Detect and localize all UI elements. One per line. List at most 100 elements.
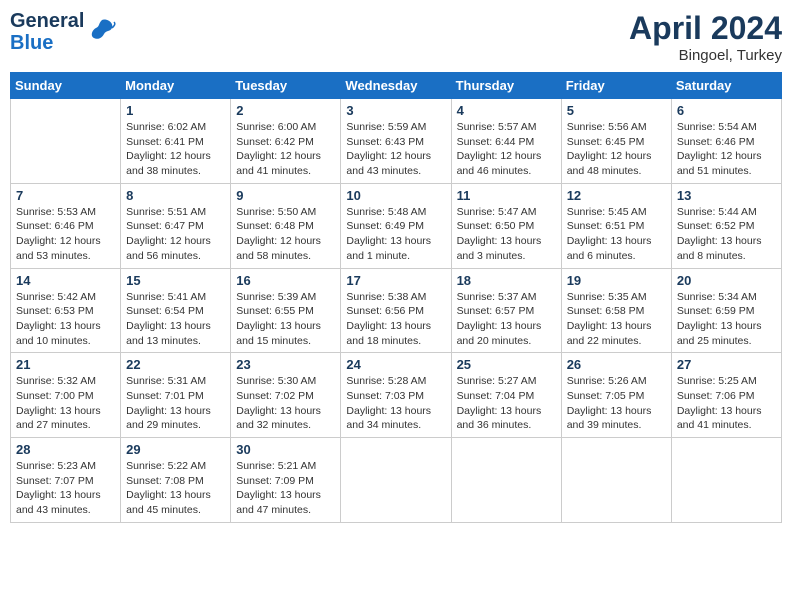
calendar-cell: 14 Sunrise: 5:42 AM Sunset: 6:53 PM Dayli… xyxy=(11,268,121,353)
day-number: 14 xyxy=(16,273,115,288)
calendar-cell: 6 Sunrise: 5:54 AM Sunset: 6:46 PM Daylig… xyxy=(671,99,781,184)
day-info: Sunrise: 5:22 AM Sunset: 7:08 PM Dayligh… xyxy=(126,459,225,518)
day-info: Sunrise: 5:25 AM Sunset: 7:06 PM Dayligh… xyxy=(677,374,776,433)
day-info: Sunrise: 5:23 AM Sunset: 7:07 PM Dayligh… xyxy=(16,459,115,518)
day-info: Sunrise: 5:32 AM Sunset: 7:00 PM Dayligh… xyxy=(16,374,115,433)
day-info: Sunrise: 5:42 AM Sunset: 6:53 PM Dayligh… xyxy=(16,290,115,349)
day-info: Sunrise: 5:21 AM Sunset: 7:09 PM Dayligh… xyxy=(236,459,335,518)
day-number: 2 xyxy=(236,103,335,118)
calendar-cell xyxy=(11,99,121,184)
calendar-body: 1 Sunrise: 6:02 AM Sunset: 6:41 PM Daylig… xyxy=(11,99,782,523)
calendar-cell: 29 Sunrise: 5:22 AM Sunset: 7:08 PM Dayli… xyxy=(121,438,231,523)
logo: General Blue xyxy=(10,10,116,54)
day-number: 16 xyxy=(236,273,335,288)
day-number: 15 xyxy=(126,273,225,288)
location-subtitle: Bingoel, Turkey xyxy=(629,47,782,64)
day-number: 22 xyxy=(126,357,225,372)
calendar-cell: 15Sunrise: 5:41 AM Sunset: 6:54 PM Dayli… xyxy=(121,268,231,353)
calendar-header: SundayMondayTuesdayWednesdayThursdayFrid… xyxy=(11,73,782,99)
calendar-cell: 13Sunrise: 5:44 AM Sunset: 6:52 PM Dayli… xyxy=(671,183,781,268)
day-info: Sunrise: 5:51 AM Sunset: 6:47 PM Dayligh… xyxy=(126,205,225,264)
weekday-tuesday: Tuesday xyxy=(231,73,341,99)
calendar-cell xyxy=(671,438,781,523)
day-info: Sunrise: 5:26 AM Sunset: 7:05 PM Dayligh… xyxy=(567,374,666,433)
day-info: Sunrise: 5:54 AM Sunset: 6:46 PM Dayligh… xyxy=(677,120,776,179)
day-number: 25 xyxy=(457,357,556,372)
day-number: 3 xyxy=(346,103,445,118)
calendar-cell xyxy=(561,438,671,523)
day-info: Sunrise: 5:30 AM Sunset: 7:02 PM Dayligh… xyxy=(236,374,335,433)
weekday-header-row: SundayMondayTuesdayWednesdayThursdayFrid… xyxy=(11,73,782,99)
weekday-thursday: Thursday xyxy=(451,73,561,99)
calendar-cell: 27 Sunrise: 5:25 AM Sunset: 7:06 PM Dayli… xyxy=(671,353,781,438)
page-header: General Blue April 2024 Bingoel, Turkey xyxy=(10,10,782,64)
calendar-cell: 26Sunrise: 5:26 AM Sunset: 7:05 PM Dayli… xyxy=(561,353,671,438)
calendar-cell: 28 Sunrise: 5:23 AM Sunset: 7:07 PM Dayli… xyxy=(11,438,121,523)
day-info: Sunrise: 6:02 AM Sunset: 6:41 PM Dayligh… xyxy=(126,120,225,179)
day-info: Sunrise: 5:38 AM Sunset: 6:56 PM Dayligh… xyxy=(346,290,445,349)
day-number: 28 xyxy=(16,442,115,457)
calendar-cell: 30 Sunrise: 5:21 AM Sunset: 7:09 PM Dayli… xyxy=(231,438,341,523)
day-number: 4 xyxy=(457,103,556,118)
calendar-cell: 21 Sunrise: 5:32 AM Sunset: 7:00 PM Dayli… xyxy=(11,353,121,438)
calendar-week-4: 21 Sunrise: 5:32 AM Sunset: 7:00 PM Dayli… xyxy=(11,353,782,438)
day-number: 12 xyxy=(567,188,666,203)
calendar-cell: 9Sunrise: 5:50 AM Sunset: 6:48 PM Daylig… xyxy=(231,183,341,268)
calendar-cell: 24 Sunrise: 5:28 AM Sunset: 7:03 PM Dayli… xyxy=(341,353,451,438)
day-info: Sunrise: 5:37 AM Sunset: 6:57 PM Dayligh… xyxy=(457,290,556,349)
calendar-cell: 17 Sunrise: 5:38 AM Sunset: 6:56 PM Dayli… xyxy=(341,268,451,353)
calendar-cell: 25Sunrise: 5:27 AM Sunset: 7:04 PM Dayli… xyxy=(451,353,561,438)
day-number: 24 xyxy=(346,357,445,372)
day-number: 19 xyxy=(567,273,666,288)
calendar-cell: 4Sunrise: 5:57 AM Sunset: 6:44 PM Daylig… xyxy=(451,99,561,184)
day-info: Sunrise: 5:31 AM Sunset: 7:01 PM Dayligh… xyxy=(126,374,225,433)
weekday-saturday: Saturday xyxy=(671,73,781,99)
day-number: 10 xyxy=(346,188,445,203)
calendar-week-2: 7Sunrise: 5:53 AM Sunset: 6:46 PM Daylig… xyxy=(11,183,782,268)
day-number: 30 xyxy=(236,442,335,457)
calendar-cell: 16 Sunrise: 5:39 AM Sunset: 6:55 PM Dayli… xyxy=(231,268,341,353)
day-number: 11 xyxy=(457,188,556,203)
day-info: Sunrise: 5:56 AM Sunset: 6:45 PM Dayligh… xyxy=(567,120,666,179)
calendar-cell: 1 Sunrise: 6:02 AM Sunset: 6:41 PM Daylig… xyxy=(121,99,231,184)
day-info: Sunrise: 5:47 AM Sunset: 6:50 PM Dayligh… xyxy=(457,205,556,264)
weekday-monday: Monday xyxy=(121,73,231,99)
calendar-cell: 11 Sunrise: 5:47 AM Sunset: 6:50 PM Dayli… xyxy=(451,183,561,268)
logo-bird-icon xyxy=(88,16,116,49)
day-info: Sunrise: 5:59 AM Sunset: 6:43 PM Dayligh… xyxy=(346,120,445,179)
day-number: 29 xyxy=(126,442,225,457)
day-number: 20 xyxy=(677,273,776,288)
calendar-week-3: 14 Sunrise: 5:42 AM Sunset: 6:53 PM Dayli… xyxy=(11,268,782,353)
day-info: Sunrise: 5:48 AM Sunset: 6:49 PM Dayligh… xyxy=(346,205,445,264)
day-info: Sunrise: 5:28 AM Sunset: 7:03 PM Dayligh… xyxy=(346,374,445,433)
day-number: 8 xyxy=(126,188,225,203)
calendar-week-1: 1 Sunrise: 6:02 AM Sunset: 6:41 PM Daylig… xyxy=(11,99,782,184)
calendar-cell: 8 Sunrise: 5:51 AM Sunset: 6:47 PM Daylig… xyxy=(121,183,231,268)
calendar-cell xyxy=(451,438,561,523)
calendar-table: SundayMondayTuesdayWednesdayThursdayFrid… xyxy=(10,72,782,523)
day-number: 6 xyxy=(677,103,776,118)
weekday-wednesday: Wednesday xyxy=(341,73,451,99)
calendar-cell xyxy=(341,438,451,523)
day-number: 5 xyxy=(567,103,666,118)
calendar-cell: 10 Sunrise: 5:48 AM Sunset: 6:49 PM Dayli… xyxy=(341,183,451,268)
calendar-cell: 19Sunrise: 5:35 AM Sunset: 6:58 PM Dayli… xyxy=(561,268,671,353)
calendar-cell: 2Sunrise: 6:00 AM Sunset: 6:42 PM Daylig… xyxy=(231,99,341,184)
calendar-cell: 18Sunrise: 5:37 AM Sunset: 6:57 PM Dayli… xyxy=(451,268,561,353)
day-number: 27 xyxy=(677,357,776,372)
day-number: 17 xyxy=(346,273,445,288)
day-number: 7 xyxy=(16,188,115,203)
calendar-cell: 3 Sunrise: 5:59 AM Sunset: 6:43 PM Daylig… xyxy=(341,99,451,184)
day-number: 9 xyxy=(236,188,335,203)
day-info: Sunrise: 5:39 AM Sunset: 6:55 PM Dayligh… xyxy=(236,290,335,349)
day-number: 13 xyxy=(677,188,776,203)
day-number: 1 xyxy=(126,103,225,118)
logo-blue: Blue xyxy=(10,32,84,54)
calendar-cell: 5 Sunrise: 5:56 AM Sunset: 6:45 PM Daylig… xyxy=(561,99,671,184)
day-info: Sunrise: 5:45 AM Sunset: 6:51 PM Dayligh… xyxy=(567,205,666,264)
calendar-cell: 12 Sunrise: 5:45 AM Sunset: 6:51 PM Dayli… xyxy=(561,183,671,268)
month-year-title: April 2024 xyxy=(629,10,782,47)
day-number: 21 xyxy=(16,357,115,372)
day-info: Sunrise: 5:34 AM Sunset: 6:59 PM Dayligh… xyxy=(677,290,776,349)
logo-general: General xyxy=(10,10,84,32)
